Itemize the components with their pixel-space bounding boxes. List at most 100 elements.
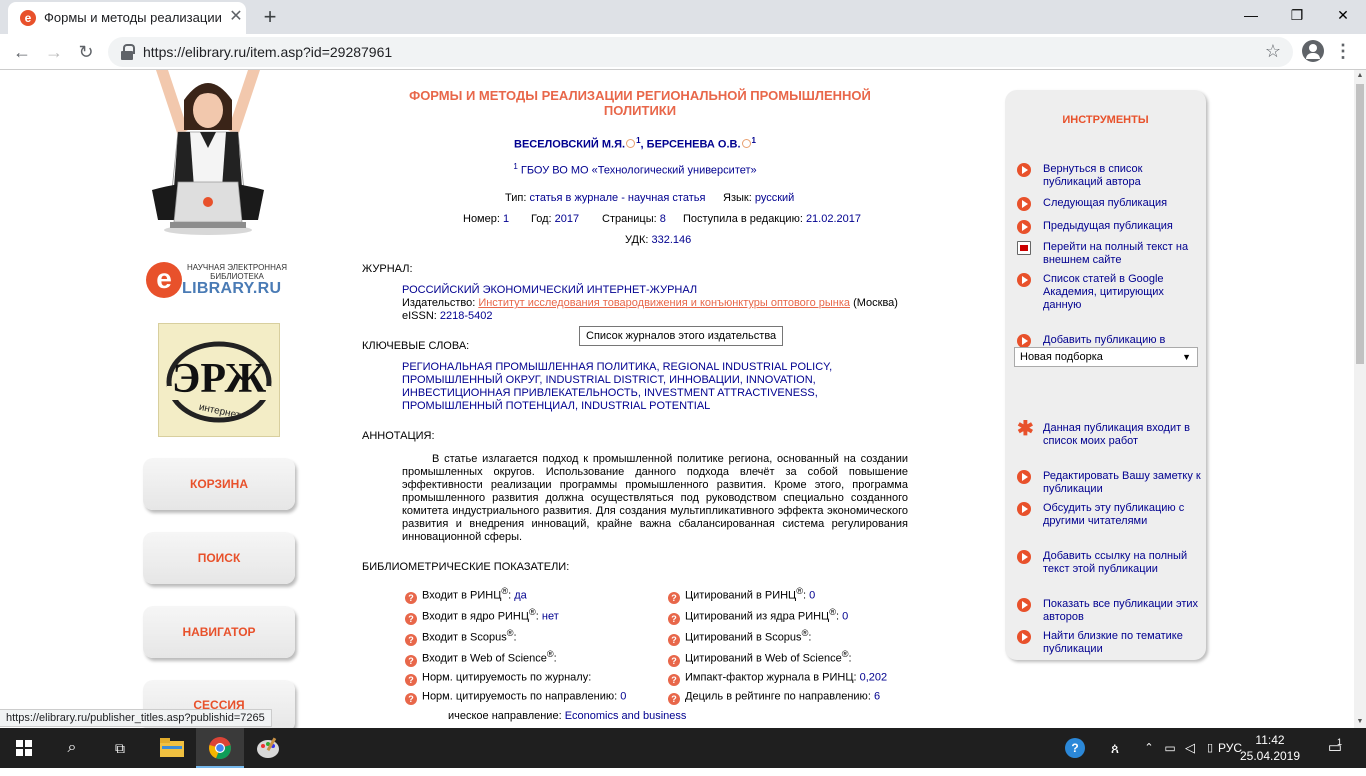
help-icon[interactable]: ? [405,612,417,625]
tool-find-similar[interactable]: Найти близкие по тематике публикации [1017,630,1202,656]
help-icon[interactable]: ? [405,654,417,667]
help-icon[interactable]: ? [1062,728,1088,768]
search-icon[interactable]: ⌕ [48,728,96,768]
journal-name-link[interactable]: РОССИЙСКИЙ ЭКОНОМИЧЕСКИЙ ИНТЕРНЕТ-ЖУРНАЛ [402,284,908,297]
forward-button[interactable]: → [40,38,68,66]
windows-taskbar: ⌕ ⧉ ? ጰ ⌃ ▭ ◁ ▯ РУС 11:42 25.04.2019 ▭ 1 [0,728,1366,768]
right-stat-row: ? Цитирований в Scopus®: [668,628,811,646]
help-icon[interactable]: ? [405,633,417,646]
people-icon[interactable]: ጰ [1104,728,1126,768]
tool-my-works-marker[interactable]: ✱ Данная публикация входит в список моих … [1017,418,1202,448]
chrome-taskbar-icon[interactable] [196,728,244,768]
help-icon[interactable]: ? [668,591,680,604]
clock[interactable]: 11:42 25.04.2019 [1238,732,1302,764]
back-button[interactable]: ← [8,38,36,66]
address-bar[interactable]: https://elibrary.ru/item.asp?id=29287961… [108,37,1293,67]
pages: Страницы: 8 [602,213,666,225]
stat-value[interactable]: 0 [842,611,848,623]
help-icon[interactable]: ? [405,673,417,686]
help-icon[interactable]: ? [405,692,417,705]
left-stat-row: ? Входит в ядро РИНЦ®: нет [405,607,559,625]
stat-value[interactable]: нет [542,611,559,623]
help-icon[interactable]: ? [668,673,680,686]
notifications-icon[interactable]: ▭ 1 [1322,728,1348,768]
right-stat-row: ? Дециль в рейтинге по направлению: 6 [668,687,880,705]
right-stat-row: ? Импакт-фактор журнала в РИНЦ: 0,202 [668,668,887,686]
tab-title: Формы и методы реализации р [44,10,224,25]
scroll-down-icon[interactable]: ▼ [1354,716,1366,728]
elibrary-logo[interactable]: e НАУЧНАЯ ЭЛЕКТРОННАЯ БИБЛИОТЕКА LIBRARY… [146,260,296,304]
affiliation-link[interactable]: ГБОУ ВО МО «Технологический университет» [521,165,757,177]
publisher-tooltip: Список журналов этого издательства [579,326,784,346]
close-window-button[interactable]: ✕ [1320,0,1366,30]
abstract-text: В статье излагается подход к промышленно… [402,453,908,543]
left-stat-row: ? Входит в РИНЦ®: да [405,586,527,604]
stat-value[interactable]: 0 [809,590,815,602]
publisher-link[interactable]: Институт исследования товародвижения и к… [478,297,850,309]
file-explorer-icon[interactable] [148,728,196,768]
journal-cover-image[interactable]: ЭРЖ интернет [158,323,280,437]
page-scrollbar[interactable]: ▲ ▼ [1354,70,1366,728]
stat-value[interactable]: 0 [620,691,626,703]
journal-block: РОССИЙСКИЙ ЭКОНОМИЧЕСКИЙ ИНТЕРНЕТ-ЖУРНАЛ… [402,284,908,323]
tool-show-authors-publications[interactable]: Показать все публикации этих авторов [1017,598,1202,624]
start-button[interactable] [0,728,48,768]
asterisk-icon: ✱ [1017,418,1034,440]
tool-label: Данная публикация входит в список моих р… [1043,422,1191,447]
pdf-icon [1017,241,1031,255]
scroll-up-icon[interactable]: ▲ [1354,70,1366,82]
arrow-circle-icon [1017,334,1031,348]
logo-e-icon: e [146,262,182,298]
link-status-bubble: https://elibrary.ru/publisher_titles.asp… [0,709,272,727]
tray-chevron-icon[interactable]: ⌃ [1140,728,1158,768]
volume-icon[interactable]: ◁ [1180,728,1200,768]
tools-header: ИНСТРУМЕНТЫ [1062,114,1149,126]
url-text[interactable]: https://elibrary.ru/item.asp?id=29287961 [143,44,392,60]
collection-select[interactable]: Новая подборка ▼ [1014,347,1198,367]
help-icon[interactable]: ? [668,612,680,625]
new-tab-button[interactable]: + [258,5,282,29]
tool-label: Список статей в Google Академия, цитирую… [1043,273,1164,311]
tab-active[interactable]: e Формы и методы реализации р ✕ [8,2,246,34]
reload-button[interactable]: ↻ [72,38,100,66]
browser-menu-icon[interactable]: ⋮ [1332,40,1354,62]
paint-app-icon[interactable] [244,728,292,768]
tool-add-full-text-link[interactable]: Добавить ссылку на полный текст этой пуб… [1017,550,1202,576]
cart-button[interactable]: КОРЗИНА [143,458,295,510]
tool-next-publication[interactable]: Следующая публикация [1017,197,1202,211]
maximize-button[interactable]: ❐ [1274,0,1320,30]
lock-icon [120,44,135,60]
tool-back-to-author-list[interactable]: Вернуться в список публикаций автора [1017,163,1202,189]
tab-close-icon[interactable]: ✕ [228,9,244,25]
stat-value[interactable]: 0,202 [860,672,888,684]
network-icon[interactable]: ▭ [1160,728,1180,768]
stat-value[interactable]: 6 [874,691,880,703]
tool-discuss-publication[interactable]: Обсудить эту публикацию с другими читате… [1017,502,1202,528]
tool-full-text-external[interactable]: Перейти на полный текст на внешнем сайте [1017,241,1202,267]
account-icon[interactable] [1302,40,1324,62]
task-view-icon[interactable]: ⧉ [96,728,144,768]
author-link[interactable]: ВЕСЕЛОВСКИЙ М.Я. [514,139,625,151]
scroll-thumb[interactable] [1356,84,1364,364]
help-icon[interactable]: ? [668,692,680,705]
stat-value[interactable]: да [514,590,527,602]
abstract-header: АННОТАЦИЯ: [362,430,435,442]
minimize-button[interactable]: — [1228,0,1274,30]
arrow-circle-icon [1017,550,1031,564]
keywords-list[interactable]: РЕГИОНАЛЬНАЯ ПРОМЫШЛЕННАЯ ПОЛИТИКА, REGI… [402,361,906,413]
help-icon[interactable]: ? [668,633,680,646]
tool-google-scholar-citations[interactable]: Список статей в Google Академия, цитирую… [1017,273,1202,312]
tool-edit-note[interactable]: Редактировать Вашу заметку к публикации [1017,470,1202,496]
author-link[interactable]: БЕРСЕНЕВА О.В. [647,139,741,151]
tool-previous-publication[interactable]: Предыдущая публикация [1017,220,1202,234]
help-icon[interactable]: ? [668,654,680,667]
article-type: Тип: статья в журнале - научная статья [505,192,706,204]
help-icon[interactable]: ? [405,591,417,604]
navigator-button[interactable]: НАВИГАТОР [143,606,295,658]
search-button[interactable]: ПОИСК [143,532,295,584]
bookmark-star-icon[interactable]: ☆ [1265,41,1281,62]
arrow-circle-icon [1017,598,1031,612]
notification-count: 1 [1337,737,1343,747]
affiliation: 1 ГБОУ ВО МО «Технологический университе… [513,162,757,177]
tool-label: Вернуться в список публикаций автора [1043,163,1143,188]
